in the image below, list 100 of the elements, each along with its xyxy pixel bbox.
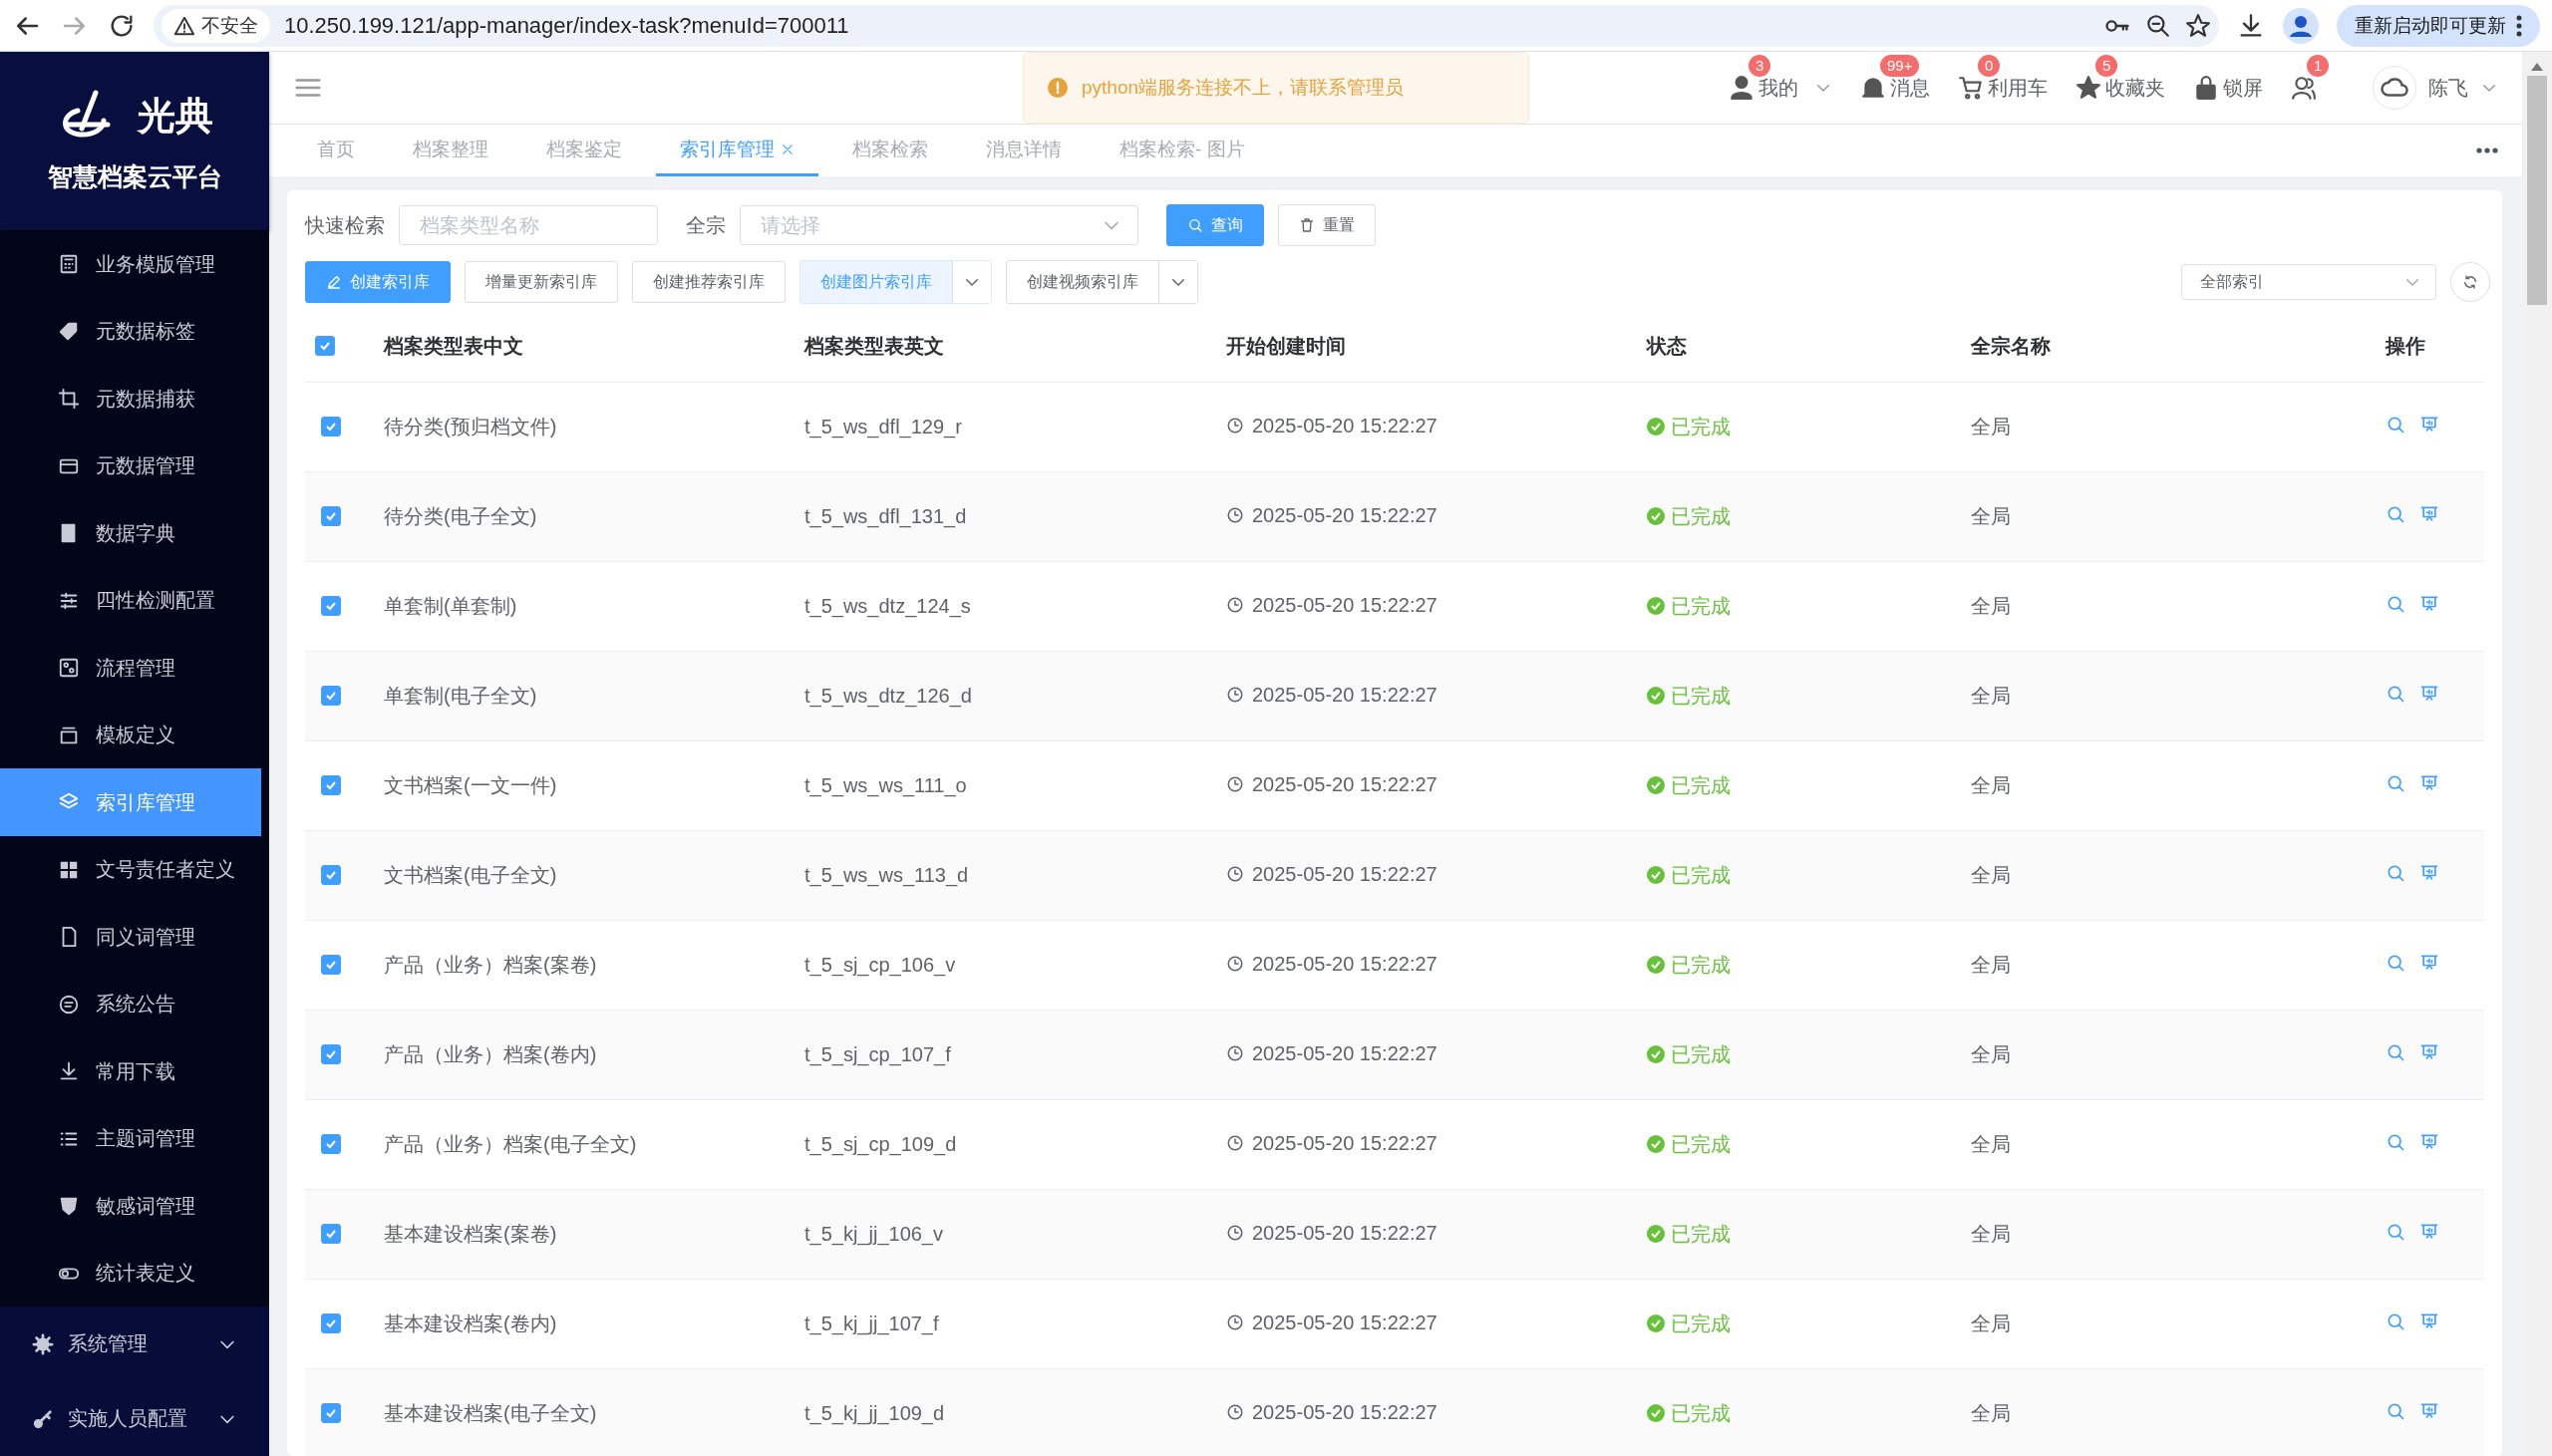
checkbox[interactable]: [321, 1044, 341, 1064]
sidebar-item[interactable]: 同义词管理: [0, 903, 261, 971]
presentation-icon[interactable]: [2419, 1311, 2439, 1331]
count-badge: 5: [2095, 54, 2118, 77]
sidebar-item[interactable]: 敏感词管理: [0, 1172, 261, 1240]
status-label: 已完成: [1671, 503, 1731, 529]
sidebar-item[interactable]: 常用下载: [0, 1037, 261, 1105]
checkbox[interactable]: [321, 417, 341, 437]
table-cell: 全局: [1971, 685, 2011, 707]
checkbox[interactable]: [321, 686, 341, 706]
sidebar-item[interactable]: 元数据标签: [0, 297, 261, 366]
checkbox[interactable]: [321, 1224, 341, 1244]
table-cell: 全局: [1971, 416, 2011, 437]
scrollbar-thumb[interactable]: [2527, 76, 2547, 305]
checkbox[interactable]: [321, 1403, 341, 1423]
presentation-icon[interactable]: [2419, 1401, 2439, 1421]
sidebar-item[interactable]: 数据字典: [0, 499, 261, 567]
zoom-out-icon[interactable]: [2145, 12, 2171, 39]
presentation-icon[interactable]: [2419, 1222, 2439, 1242]
checkbox[interactable]: [321, 865, 341, 885]
table-cell: 2025-05-20 15:22:27: [1252, 1310, 1437, 1334]
action-button[interactable]: 增量更新索引库: [465, 261, 618, 303]
checkbox[interactable]: [321, 506, 341, 526]
url-text[interactable]: 10.250.199.121/app-manager/index-task?menuId=700011: [284, 12, 849, 39]
create-button[interactable]: 创建视频索引库: [1007, 261, 1158, 303]
presentation-icon[interactable]: [2419, 1042, 2439, 1062]
presentation-icon[interactable]: [2419, 953, 2439, 973]
header-item[interactable]: 消息 99+: [1860, 54, 1930, 102]
sidebar-group[interactable]: 系统管理: [0, 1307, 269, 1382]
more-icon[interactable]: [2476, 147, 2498, 153]
column-header: 操作: [2386, 334, 2425, 357]
crop-icon: [58, 388, 80, 411]
presentation-icon[interactable]: [2419, 684, 2439, 704]
platform-title: 智慧档案云平台: [47, 161, 222, 193]
security-chip[interactable]: 不安全: [161, 8, 270, 43]
header-item[interactable]: 利用车 0: [1958, 54, 2048, 102]
search-icon[interactable]: [2386, 1042, 2405, 1062]
sidebar-item[interactable]: 文号责任者定义: [0, 835, 261, 904]
status-label: 已完成: [1671, 683, 1731, 709]
sidebar-item[interactable]: 统计表定义: [0, 1239, 261, 1308]
sidebar-item[interactable]: 主题词管理: [0, 1104, 261, 1173]
search-icon[interactable]: [2386, 1401, 2405, 1421]
checkbox[interactable]: [321, 955, 341, 975]
star-icon[interactable]: [2185, 12, 2211, 39]
warning-icon: [1048, 78, 1068, 98]
table-cell: 全局: [1971, 1133, 2011, 1155]
presentation-icon[interactable]: [2419, 773, 2439, 793]
sidebar-item[interactable]: 业务模版管理: [0, 230, 261, 298]
reset-button[interactable]: 重置: [1278, 204, 1376, 246]
checkbox[interactable]: [321, 596, 341, 616]
more-icon: [2516, 14, 2522, 37]
presentation-icon[interactable]: [2419, 415, 2439, 435]
header-item[interactable]: 我的 3: [1729, 54, 1832, 102]
sidebar-item[interactable]: 模板定义: [0, 701, 261, 769]
dropdown-toggle[interactable]: [952, 261, 991, 303]
presentation-icon[interactable]: [2419, 863, 2439, 883]
sidebar-group[interactable]: 实施人员配置: [0, 1381, 269, 1456]
shield-icon: [58, 1195, 80, 1218]
checkbox[interactable]: [321, 1134, 341, 1154]
search-icon[interactable]: [2386, 773, 2405, 793]
sidebar-item[interactable]: 元数据捕获: [0, 365, 261, 433]
search-icon[interactable]: [2386, 863, 2405, 883]
presentation-icon[interactable]: [2419, 1132, 2439, 1152]
index-filter-select[interactable]: 全部索引: [2181, 264, 2436, 300]
user-menu[interactable]: 陈飞: [2373, 66, 2498, 110]
count-badge: 1: [2307, 55, 2330, 77]
table-cell: 待分类(预归档文件): [384, 416, 557, 437]
dropdown-toggle[interactable]: [1158, 261, 1197, 303]
checkbox[interactable]: [315, 335, 335, 356]
sidebar-item[interactable]: 元数据管理: [0, 432, 261, 500]
action-button[interactable]: 创建推荐索引库: [632, 261, 786, 303]
header-item[interactable]: 收藏夹 5: [2075, 54, 2165, 102]
table-cell: 文书档案(一文一件): [384, 774, 557, 796]
search-icon[interactable]: [2386, 1311, 2405, 1331]
sidebar-item[interactable]: 四性检测配置: [0, 566, 261, 635]
profile-avatar[interactable]: [2283, 7, 2319, 44]
update-button[interactable]: 重新启动即可更新: [2337, 4, 2540, 47]
table-cell: 全局: [1971, 774, 2011, 796]
search-icon[interactable]: [2386, 504, 2405, 524]
search-icon[interactable]: [2386, 415, 2405, 435]
search-icon[interactable]: [2386, 1132, 2405, 1152]
search-icon[interactable]: [2386, 684, 2405, 704]
checkbox[interactable]: [321, 1313, 341, 1333]
sidebar-item[interactable]: 系统公告: [0, 970, 261, 1038]
status-label: 已完成: [1671, 593, 1731, 619]
search-icon[interactable]: [2386, 594, 2405, 614]
close-icon[interactable]: [781, 142, 795, 156]
table-cell: 产品（业务）档案(案卷): [384, 954, 597, 976]
sidebar-item[interactable]: 流程管理: [0, 634, 261, 702]
table-cell: t_5_kj_jj_107_f: [804, 1312, 939, 1334]
search-icon[interactable]: [2386, 1222, 2405, 1242]
presentation-icon[interactable]: [2419, 504, 2439, 524]
scroll-up-icon[interactable]: [2530, 62, 2544, 72]
table-cell: t_5_ws_dtz_124_s: [804, 595, 971, 617]
header-item[interactable]: 锁屏: [2193, 54, 2263, 102]
split-button[interactable]: 创建视频索引库: [1006, 260, 1198, 304]
presentation-icon[interactable]: [2419, 594, 2439, 614]
search-icon[interactable]: [2386, 953, 2405, 973]
refresh-button[interactable]: [2450, 262, 2490, 302]
checkbox[interactable]: [321, 775, 341, 795]
